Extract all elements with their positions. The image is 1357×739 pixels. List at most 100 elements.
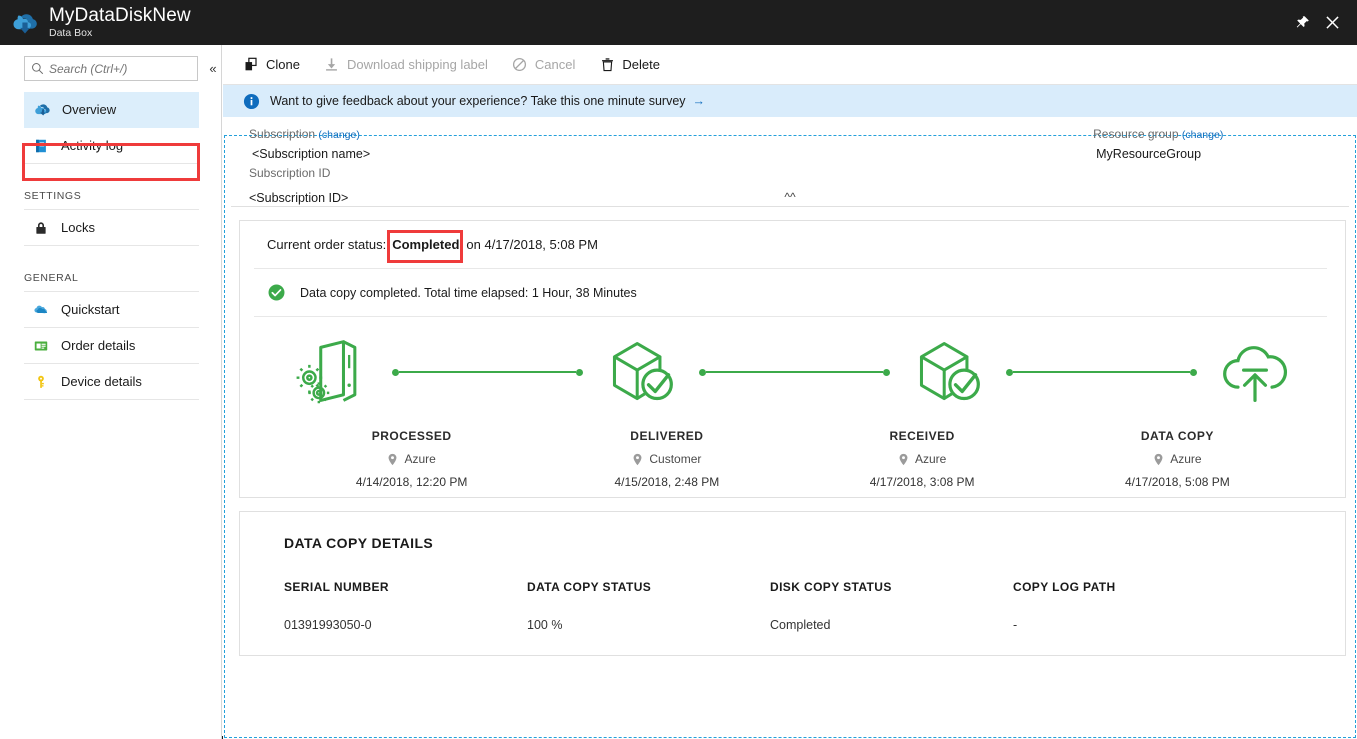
overview-cloud-icon: [33, 101, 51, 119]
current-order-status-label: Current order status:: [267, 237, 387, 252]
timeline-stage-name: DELIVERED: [630, 429, 704, 443]
title-bar-text: MyDataDiskNew Data Box: [49, 5, 191, 40]
sidebar-item-activity-log[interactable]: Activity log: [24, 128, 199, 164]
cancel-label: Cancel: [534, 57, 576, 72]
column-header: DISK COPY STATUS: [770, 580, 892, 594]
sidebar-group-general: GENERAL: [24, 256, 199, 292]
connector-dot: [699, 368, 706, 376]
lock-icon: [32, 219, 50, 237]
box-check-icon: [591, 336, 691, 408]
connector-dot: [392, 368, 399, 376]
connector-line: [1013, 371, 1190, 373]
timeline-stage-name: PROCESSED: [371, 429, 452, 443]
data-copy-message-row: Data copy completed. Total time elapsed:…: [254, 269, 1327, 317]
timeline-connector-3: [998, 368, 1205, 376]
cancel-icon: [512, 57, 528, 73]
timeline-location-text: Azure: [914, 452, 947, 466]
current-order-status-date: on 4/17/2018, 5:08 PM: [466, 237, 598, 252]
table-column: DATA COPY STATUS 100 %: [527, 580, 770, 632]
timeline-stage: DATA COPY Azure 4/17/2018, 5:08 PM: [1050, 429, 1305, 489]
timeline-location-text: Azure: [404, 452, 436, 466]
azure-portal-window: MyDataDiskNew Data Box Search (Ctrl+/) «…: [0, 0, 1357, 739]
order-timeline: PROCESSED Azure 4/14/2018, 12:20 PM DELI…: [240, 317, 1345, 497]
connector-dot: [883, 368, 890, 376]
column-value: Completed: [770, 618, 831, 632]
resource-group-value: MyResourceGroup: [1096, 147, 1202, 161]
info-icon: [243, 93, 260, 110]
connector-line: [706, 371, 883, 373]
download-shipping-label-button[interactable]: Download shipping label: [324, 45, 488, 85]
connector-dot: [1190, 368, 1197, 376]
subscription-change-link[interactable]: (change): [318, 129, 359, 141]
chevron-double-up-icon[interactable]: ^^: [223, 190, 1357, 204]
order-status-card: Current order status: Completed on 4/17/…: [239, 220, 1346, 498]
feedback-survey-banner[interactable]: Want to give feedback about your experie…: [223, 85, 1357, 117]
column-value: 100 %: [527, 618, 563, 632]
column-header: COPY LOG PATH: [1013, 580, 1116, 594]
timeline-stage: DELIVERED Customer 4/15/2018, 2:48 PM: [539, 429, 794, 489]
data-copy-message: Data copy completed. Total time elapsed:…: [300, 285, 637, 300]
arrow-right-icon: →: [692, 94, 706, 108]
column-value: -: [1013, 618, 1018, 632]
device-gears-icon: [284, 336, 384, 408]
sidebar-item-quickstart[interactable]: Quickstart: [24, 292, 199, 328]
search-input[interactable]: [49, 61, 192, 76]
chevron-double-left-icon[interactable]: «: [205, 59, 221, 79]
clone-button[interactable]: Clone: [243, 45, 300, 85]
green-check-circle-icon: [267, 283, 286, 302]
sidebar-item-label: Order details: [61, 338, 136, 353]
timeline-stage-location: Azure: [795, 452, 1050, 466]
essentials-panel: Subscription (change) <Subscription name…: [223, 117, 1357, 206]
cancel-button[interactable]: Cancel: [512, 45, 575, 85]
table-column: COPY LOG PATH -: [1013, 580, 1256, 632]
trash-icon: [599, 57, 615, 73]
download-icon: [324, 57, 340, 73]
column-header: SERIAL NUMBER: [284, 580, 389, 594]
status-badge: Completed: [387, 230, 464, 263]
subscription-label: Subscription: [249, 127, 316, 141]
sidebar: « Overview: [0, 45, 222, 739]
sidebar-item-locks[interactable]: Locks: [24, 210, 199, 246]
activity-log-icon: [32, 137, 50, 155]
cloud-upload-icon: [1205, 336, 1305, 408]
box-check-icon: [898, 336, 998, 408]
sidebar-item-label: Overview: [62, 102, 117, 117]
subscription-name-value: <Subscription name>: [252, 147, 371, 161]
subscription-label-row: Subscription (change): [249, 125, 370, 145]
data-copy-details-table: SERIAL NUMBER 01391993050-0 DATA COPY ST…: [240, 551, 1345, 632]
search-box[interactable]: [24, 56, 199, 81]
clone-icon: [243, 57, 259, 73]
column-header: DATA COPY STATUS: [527, 580, 652, 594]
subscription-id-label: Subscription ID: [249, 166, 331, 180]
sidebar-item-order-details[interactable]: Order details: [24, 328, 199, 364]
column-value: 01391993050-0: [284, 618, 372, 632]
sidebar-item-overview[interactable]: Overview: [24, 92, 199, 128]
timeline-stage-location: Azure: [284, 452, 539, 466]
command-bar: Clone Download shipping label Cancel Del…: [223, 45, 1357, 85]
title-bar-actions: [1287, 0, 1357, 45]
timeline-location-text: Azure: [1170, 452, 1202, 466]
resource-group-label-row: Resource group (change): [1093, 125, 1223, 145]
timeline-location-text: Customer: [649, 452, 702, 466]
timeline-stage-location: Azure: [1050, 452, 1305, 466]
window-subtitle: Data Box: [49, 27, 93, 39]
clone-label: Clone: [266, 57, 300, 72]
main-content: Clone Download shipping label Cancel Del…: [223, 45, 1357, 739]
map-pin-icon: [1153, 453, 1164, 466]
delete-button[interactable]: Delete: [599, 45, 660, 85]
map-pin-icon: [632, 453, 643, 466]
sidebar-search-row: «: [0, 45, 221, 81]
timeline-stage-date: 4/15/2018, 2:48 PM: [614, 475, 720, 489]
pin-icon[interactable]: [1287, 0, 1317, 45]
feedback-survey-text: Want to give feedback about your experie…: [270, 94, 686, 108]
data-copy-details-title: DATA COPY DETAILS: [284, 535, 434, 551]
download-shipping-label-text: Download shipping label: [346, 57, 488, 72]
timeline-stage-date: 4/17/2018, 3:08 PM: [869, 475, 975, 489]
sidebar-item-device-details[interactable]: Device details: [24, 364, 199, 400]
close-icon[interactable]: [1317, 0, 1347, 45]
timeline-stage-date: 4/17/2018, 5:08 PM: [1125, 475, 1230, 489]
search-icon: [32, 63, 44, 75]
sidebar-item-label: Locks: [61, 220, 95, 235]
resource-group-change-link[interactable]: (change): [1182, 129, 1223, 141]
